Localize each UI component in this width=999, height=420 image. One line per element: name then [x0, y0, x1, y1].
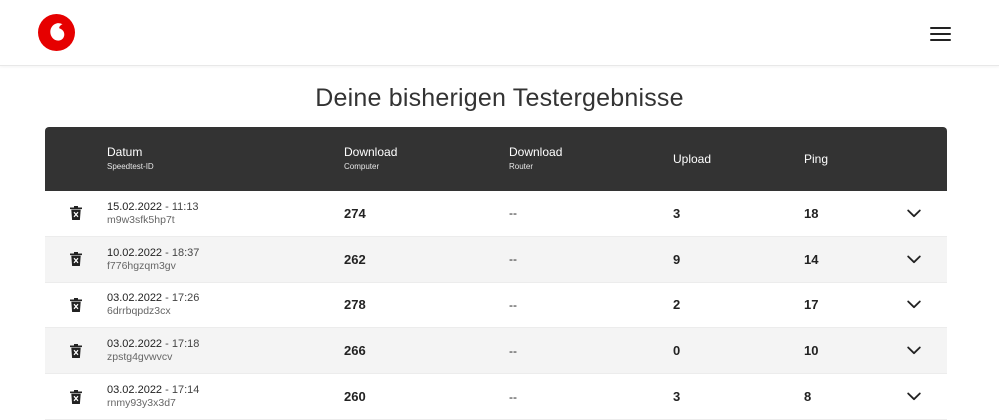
- date-cell: 10.02.2022 - 18:37 f776hgzqm3gv: [107, 237, 199, 282]
- date-time-line: 10.02.2022 - 18:37: [107, 246, 199, 260]
- test-date: 10.02.2022: [107, 246, 163, 259]
- menu-line: [930, 33, 951, 35]
- column-header-date: Datum Speedtest-ID: [107, 127, 154, 191]
- download-router-value: --: [509, 389, 517, 404]
- download-router-value: --: [509, 206, 517, 221]
- date-time-line: 03.02.2022 - 17:14: [107, 383, 199, 397]
- results-table: Datum Speedtest-ID Download Computer Dow…: [45, 127, 947, 420]
- column-header-sublabel: Computer: [344, 162, 380, 171]
- chevron-down-icon[interactable]: [905, 283, 923, 328]
- test-date: 03.02.2022: [107, 384, 163, 397]
- date-cell: 03.02.2022 - 17:26 6drrbqpdz3cx: [107, 283, 199, 328]
- chevron-down-icon[interactable]: [905, 191, 923, 236]
- date-separator: -: [162, 384, 172, 397]
- download-computer-value: 278: [344, 297, 366, 313]
- table-row: 10.02.2022 - 18:37 f776hgzqm3gv 262 -- 9 14: [45, 236, 947, 283]
- chevron-down-icon[interactable]: [905, 237, 923, 282]
- date-time-line: 03.02.2022 - 17:26: [107, 291, 199, 305]
- download-router-value: --: [509, 297, 517, 312]
- speedtest-id: f776hgzqm3gv: [107, 259, 176, 272]
- column-header-download-router: Download Router: [509, 127, 562, 191]
- test-date: 15.02.2022: [107, 200, 163, 213]
- upload-value: 2: [673, 297, 681, 313]
- trash-icon[interactable]: [67, 328, 85, 373]
- vodafone-logo-icon[interactable]: [38, 14, 75, 51]
- column-header-label: Upload: [673, 151, 712, 166]
- download-computer-value: 274: [344, 205, 366, 221]
- ping-value: 17: [804, 297, 819, 313]
- test-time: 18:37: [171, 246, 200, 259]
- trash-icon[interactable]: [67, 283, 85, 328]
- test-date: 03.02.2022: [107, 292, 163, 305]
- test-time: 17:18: [171, 338, 200, 351]
- download-router-value: --: [509, 252, 517, 267]
- table-row: 03.02.2022 - 17:26 6drrbqpdz3cx 278 -- 2 17: [45, 283, 947, 329]
- table-row: 03.02.2022 - 17:18 zpstg4gvwvcv 266 -- 0 10: [45, 328, 947, 375]
- menu-line: [930, 27, 951, 29]
- download-router-value: --: [509, 343, 517, 358]
- ping-value: 8: [804, 389, 812, 405]
- ping-value: 10: [804, 343, 819, 359]
- chevron-down-icon[interactable]: [905, 328, 923, 373]
- column-header-ping: Ping: [804, 127, 828, 191]
- column-header-sublabel: Speedtest-ID: [107, 162, 154, 171]
- table-row: 15.02.2022 - 11:13 m9w3sfk5hp7t 274 -- 3 18: [45, 191, 947, 237]
- trash-icon[interactable]: [67, 191, 85, 236]
- column-header-upload: Upload: [673, 127, 711, 191]
- date-cell: 03.02.2022 - 17:18 zpstg4gvwvcv: [107, 328, 199, 373]
- speedtest-id: zpstg4gvwvcv: [107, 351, 173, 364]
- upload-value: 3: [673, 389, 681, 405]
- column-header-label: Download: [344, 145, 398, 159]
- speedtest-id: 6drrbqpdz3cx: [107, 305, 171, 318]
- date-separator: -: [162, 200, 172, 213]
- table-body: 15.02.2022 - 11:13 m9w3sfk5hp7t 274 -- 3 18 10…: [45, 191, 947, 420]
- column-header-sublabel: Router: [509, 162, 534, 171]
- trash-icon[interactable]: [67, 237, 85, 282]
- date-cell: 15.02.2022 - 11:13 m9w3sfk5hp7t: [107, 191, 199, 236]
- speedtest-id: m9w3sfk5hp7t: [107, 213, 175, 226]
- hamburger-menu-icon[interactable]: [930, 24, 954, 44]
- table-header: Datum Speedtest-ID Download Computer Dow…: [45, 127, 947, 191]
- menu-line: [930, 39, 951, 41]
- date-cell: 03.02.2022 - 17:14 rnmy93y3x3d7: [107, 374, 199, 419]
- upload-value: 0: [673, 343, 681, 359]
- ping-value: 18: [804, 205, 819, 221]
- column-header-download-computer: Download Computer: [344, 127, 397, 191]
- ping-value: 14: [804, 251, 819, 267]
- table-row: 03.02.2022 - 17:14 rnmy93y3x3d7 260 -- 3 8: [45, 374, 947, 420]
- download-computer-value: 262: [344, 251, 366, 267]
- chevron-down-icon[interactable]: [905, 374, 923, 419]
- download-computer-value: 266: [344, 343, 366, 359]
- top-navigation-bar: [0, 0, 999, 66]
- upload-value: 3: [673, 205, 681, 221]
- column-header-label: Datum: [107, 145, 143, 159]
- trash-icon[interactable]: [67, 374, 85, 419]
- date-separator: -: [162, 292, 172, 305]
- date-time-line: 15.02.2022 - 11:13: [107, 200, 199, 214]
- column-header-label: Download: [509, 145, 563, 159]
- page-title: Deine bisherigen Testergebnisse: [315, 84, 684, 112]
- date-time-line: 03.02.2022 - 17:18: [107, 337, 199, 351]
- upload-value: 9: [673, 251, 681, 267]
- column-header-label: Ping: [804, 151, 829, 166]
- test-time: 17:26: [171, 292, 200, 305]
- date-separator: -: [162, 246, 172, 259]
- speedtest-id: rnmy93y3x3d7: [107, 397, 176, 410]
- test-date: 03.02.2022: [107, 338, 163, 351]
- date-separator: -: [162, 338, 172, 351]
- download-computer-value: 260: [344, 389, 366, 405]
- test-time: 17:14: [171, 384, 200, 397]
- test-time: 11:13: [171, 200, 199, 213]
